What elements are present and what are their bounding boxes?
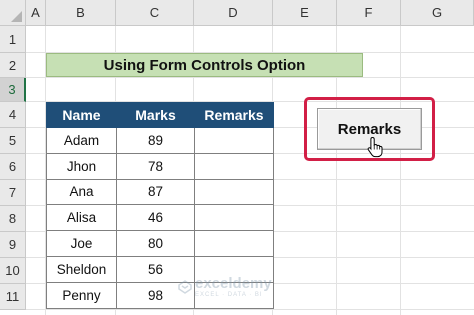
table-row: Ana 87 (46, 178, 274, 206)
row-header-8[interactable]: 8 (0, 206, 26, 232)
row-header-3[interactable]: 3 (0, 78, 26, 102)
cell-remarks[interactable] (194, 204, 274, 232)
cell-marks[interactable]: 78 (116, 152, 195, 180)
header-remarks[interactable]: Remarks (194, 102, 274, 128)
watermark-tagline: EXCEL · DATA · BI (195, 292, 263, 298)
table-header-row: Name Marks Remarks (46, 102, 274, 128)
row-header-2[interactable]: 2 (0, 53, 26, 78)
sheet-title[interactable]: Using Form Controls Option (46, 53, 363, 77)
table-row: Alisa 46 (46, 204, 274, 232)
column-header-b[interactable]: B (46, 0, 116, 26)
column-header-e[interactable]: E (273, 0, 337, 26)
row-header-10[interactable]: 10 (0, 258, 26, 284)
cell-remarks[interactable] (194, 152, 274, 180)
row-header-6[interactable]: 6 (0, 154, 26, 180)
table-row: Jhon 78 (46, 152, 274, 180)
column-header-d[interactable]: D (194, 0, 273, 26)
header-marks[interactable]: Marks (116, 102, 195, 128)
cell-name[interactable]: Sheldon (46, 255, 117, 283)
table-row: Joe 80 (46, 230, 274, 257)
select-all-corner[interactable] (0, 0, 26, 26)
cell-name[interactable]: Joe (46, 230, 117, 257)
gridline (26, 309, 474, 310)
header-name[interactable]: Name (46, 102, 117, 128)
exceldemy-logo-icon (178, 280, 192, 294)
watermark-brand: exceldemy (195, 275, 272, 292)
watermark: exceldemy EXCEL · DATA · BI (178, 276, 272, 298)
cell-remarks[interactable] (194, 178, 274, 206)
hand-pointer-icon (367, 136, 383, 158)
cell-marks[interactable]: 87 (116, 178, 195, 206)
cell-name[interactable]: Ana (46, 178, 117, 206)
cell-name[interactable]: Jhon (46, 152, 117, 180)
gridline (26, 77, 474, 78)
column-header-a[interactable]: A (26, 0, 46, 26)
row-header-1[interactable]: 1 (0, 26, 26, 53)
cell-remarks[interactable] (194, 127, 274, 154)
cell-remarks[interactable] (194, 230, 274, 257)
row-header-4[interactable]: 4 (0, 102, 26, 128)
row-header-7[interactable]: 7 (0, 180, 26, 206)
column-header-f[interactable]: F (337, 0, 401, 26)
gridline (400, 26, 401, 315)
cell-marks[interactable]: 80 (116, 230, 195, 257)
row-header-5[interactable]: 5 (0, 128, 26, 154)
column-header-c[interactable]: C (116, 0, 194, 26)
cell-name[interactable]: Penny (46, 281, 117, 309)
cell-marks[interactable]: 89 (116, 127, 195, 154)
cell-name[interactable]: Alisa (46, 204, 117, 232)
row-header-9[interactable]: 9 (0, 232, 26, 258)
row-header-11[interactable]: 11 (0, 284, 26, 310)
cell-marks[interactable]: 46 (116, 204, 195, 232)
column-header-g[interactable]: G (401, 0, 474, 26)
cell-name[interactable]: Adam (46, 127, 117, 154)
select-all-triangle-icon (11, 11, 22, 22)
table-row: Adam 89 (46, 127, 274, 154)
